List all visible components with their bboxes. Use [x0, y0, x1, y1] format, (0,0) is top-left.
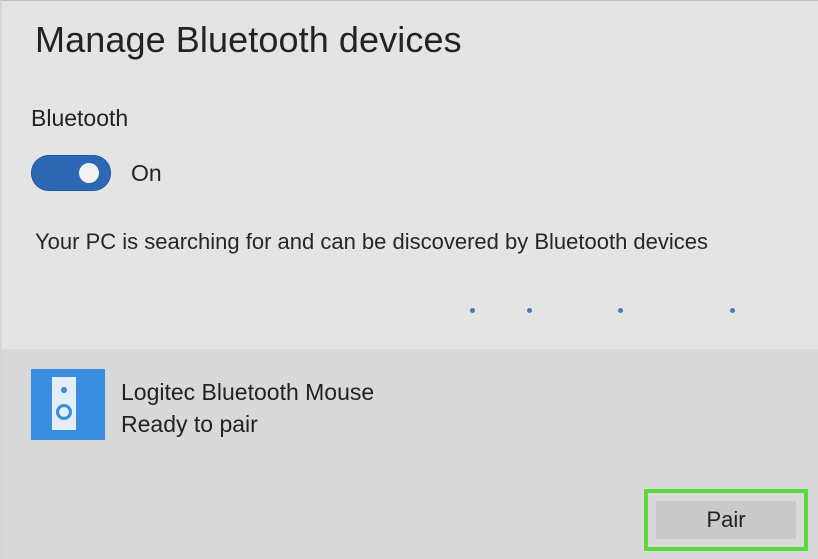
- progress-dot: [470, 308, 475, 313]
- bluetooth-toggle[interactable]: [31, 155, 111, 191]
- bluetooth-toggle-row: On: [31, 153, 162, 193]
- bluetooth-label: Bluetooth: [31, 105, 129, 131]
- progress-dot: [730, 308, 735, 313]
- device-list-item[interactable]: Logitec Bluetooth Mouse Ready to pair: [31, 369, 374, 440]
- discovery-status-text: Your PC is searching for and can be disc…: [35, 229, 709, 254]
- toggle-state-label: On: [131, 159, 162, 186]
- progress-dot: [527, 308, 532, 313]
- device-text: Logitec Bluetooth Mouse Ready to pair: [121, 376, 374, 440]
- progress-dot: [618, 308, 623, 313]
- device-name: Logitec Bluetooth Mouse: [121, 379, 375, 405]
- speaker-icon: [31, 369, 105, 440]
- pair-button[interactable]: Pair: [656, 501, 796, 539]
- page-title: Manage Bluetooth devices: [35, 19, 462, 60]
- device-status: Ready to pair: [121, 411, 258, 437]
- toggle-knob: [79, 163, 99, 183]
- device-list-panel: Logitec Bluetooth Mouse Ready to pair Pa…: [2, 349, 818, 559]
- settings-window: Manage Bluetooth devices Bluetooth On Yo…: [0, 0, 818, 559]
- searching-progress-indicator: [2, 308, 818, 318]
- pair-button-highlight: Pair: [644, 489, 808, 551]
